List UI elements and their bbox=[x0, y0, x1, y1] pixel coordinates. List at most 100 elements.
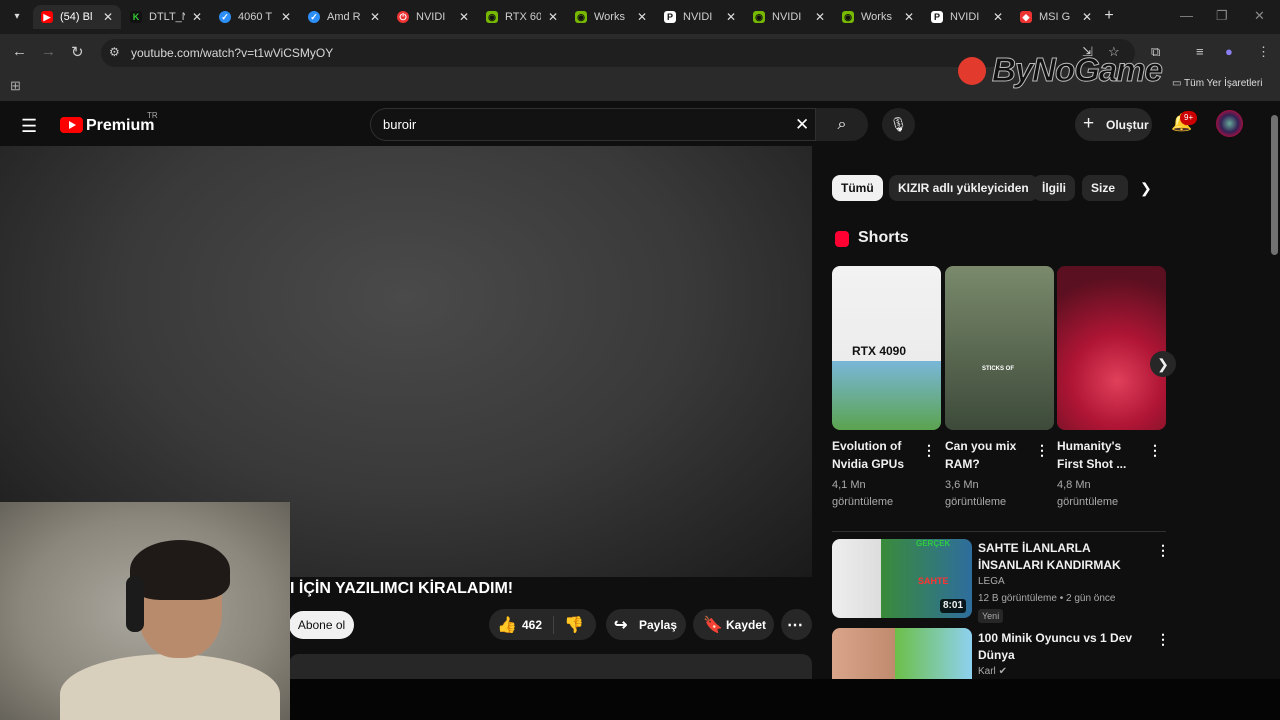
pc-icon: P bbox=[931, 11, 943, 23]
search-value[interactable]: buroir bbox=[383, 117, 416, 132]
more-vert-icon[interactable]: ⋮ bbox=[1148, 442, 1162, 459]
close-icon[interactable]: ✕ bbox=[548, 5, 558, 29]
chip-related[interactable]: İlgili bbox=[1033, 175, 1075, 201]
site-info-icon[interactable]: ⚙ bbox=[109, 45, 120, 59]
chip-from-uploader[interactable]: KIZIR adlı yükleyiciden bbox=[889, 175, 1038, 201]
share-button[interactable]: ↪ Paylaş bbox=[606, 609, 686, 640]
video-meta: 12 B görüntüleme • 2 gün önce bbox=[978, 593, 1116, 604]
microphone-icon: 🎙 bbox=[889, 116, 908, 132]
shorts-next-button[interactable]: ❯ bbox=[1150, 351, 1176, 377]
close-icon[interactable]: ✕ bbox=[103, 5, 113, 29]
chip-all[interactable]: Tümü bbox=[832, 175, 883, 201]
close-icon[interactable]: ✕ bbox=[993, 5, 1003, 29]
more-vert-icon[interactable]: ⋮ bbox=[1156, 542, 1170, 559]
short-title[interactable]: Humanity's First Shot ... bbox=[1057, 437, 1147, 473]
page-scrollbar[interactable] bbox=[1269, 101, 1280, 679]
video-title-link[interactable]: 100 Minik Oyuncu vs 1 Dev Dünya bbox=[978, 630, 1148, 664]
tab-item[interactable]: ◉ NVIDI ✕ bbox=[745, 5, 833, 29]
video-title: I İÇİN YAZILIMCI KİRALADIM! bbox=[290, 580, 514, 597]
tab-item[interactable]: ◉ Works ✕ bbox=[567, 5, 655, 29]
close-icon[interactable]: ✕ bbox=[281, 5, 291, 29]
more-actions-button[interactable]: ⋯ bbox=[781, 609, 812, 640]
webcam-overlay bbox=[0, 502, 290, 720]
subscribe-button[interactable]: Abone ol bbox=[289, 611, 354, 639]
description-box[interactable] bbox=[289, 654, 812, 680]
bynogame-watermark: ByNoGame bbox=[958, 49, 1163, 91]
chip-label: KIZIR adlı yükleyiciden bbox=[898, 181, 1029, 195]
tab-item[interactable]: P NVIDI ✕ bbox=[656, 5, 744, 29]
avatar[interactable] bbox=[1216, 110, 1243, 137]
save-label: Kaydet bbox=[726, 618, 767, 632]
media-controls-icon[interactable]: ≡ bbox=[1196, 44, 1204, 59]
close-icon[interactable]: ✕ bbox=[904, 5, 914, 29]
forward-icon[interactable]: → bbox=[41, 43, 56, 60]
tab-item[interactable]: ✓ 4060 T ✕ bbox=[211, 5, 299, 29]
like-icon[interactable]: 👍 bbox=[497, 615, 517, 635]
share-icon: ↪ bbox=[614, 617, 628, 634]
chevron-right-icon[interactable]: ❯ bbox=[1140, 180, 1152, 197]
close-icon[interactable]: ✕ bbox=[726, 5, 736, 29]
youtube-logo[interactable]: Premium TR bbox=[60, 111, 160, 137]
menu-icon[interactable]: ⋮ bbox=[1257, 44, 1270, 60]
chip-label: Size ö bbox=[1091, 181, 1116, 195]
hamburger-menu-icon[interactable]: ☰ bbox=[21, 116, 37, 137]
new-tab-button[interactable]: + bbox=[1100, 6, 1118, 26]
webcam-person-hair bbox=[130, 540, 230, 600]
dislike-icon[interactable]: 👎 bbox=[564, 615, 584, 635]
reload-icon[interactable]: ↻ bbox=[71, 43, 84, 61]
close-icon[interactable]: ✕ bbox=[1082, 5, 1092, 29]
save-button[interactable]: 🔖 Kaydet bbox=[693, 609, 774, 640]
chip-for-you[interactable]: Size ö bbox=[1082, 175, 1128, 201]
video-duration: 8:01 bbox=[940, 599, 967, 613]
voice-search-button[interactable]: 🎙 bbox=[882, 108, 915, 141]
channel-name[interactable]: LEGA bbox=[978, 576, 1005, 587]
tab-title: (54) Bl bbox=[60, 11, 93, 23]
apps-icon[interactable]: ⊞ bbox=[10, 78, 21, 94]
thumbnail-text: STICKS OF bbox=[982, 366, 1015, 372]
tab-title: NVIDI bbox=[772, 11, 802, 23]
close-icon[interactable]: ✕ bbox=[459, 5, 469, 29]
create-button[interactable]: + Oluştur bbox=[1075, 108, 1152, 141]
profile-icon[interactable]: ● bbox=[1225, 44, 1233, 59]
search-button[interactable]: ⌕ bbox=[816, 108, 868, 141]
short-title[interactable]: Can you mix RAM? bbox=[945, 437, 1035, 473]
thumbnail-text: GERÇEK bbox=[916, 539, 951, 548]
maximize-button[interactable]: ❐ bbox=[1216, 8, 1228, 24]
short-views: 4,8 Mn görüntüleme bbox=[1057, 479, 1119, 508]
youtube-icon: ▶ bbox=[41, 11, 53, 23]
close-icon[interactable]: ✕ bbox=[192, 5, 202, 29]
video-title-link[interactable]: SAHTE İLANLARLA İNSANLARI KANDIRMAK bbox=[978, 540, 1148, 574]
tab-item[interactable]: ◉ RTX 60 ✕ bbox=[478, 5, 566, 29]
short-title[interactable]: Evolution of Nvidia GPUs bbox=[832, 437, 922, 473]
tab-item[interactable]: ◆ MSI G ✕ bbox=[1012, 5, 1100, 29]
tab-search-button[interactable]: ▾ bbox=[6, 7, 28, 27]
more-vert-icon[interactable]: ⋮ bbox=[1035, 442, 1049, 459]
clear-search-icon[interactable]: ✕ bbox=[795, 115, 809, 135]
tab-item[interactable]: ⏻ NVIDI ✕ bbox=[389, 5, 477, 29]
all-bookmarks-button[interactable]: ▭ Tüm Yer İşaretleri bbox=[1172, 78, 1262, 89]
more-vert-icon[interactable]: ⋮ bbox=[1156, 631, 1170, 648]
close-icon[interactable]: ✕ bbox=[370, 5, 380, 29]
scrollbar-thumb[interactable] bbox=[1271, 115, 1278, 255]
tab-item[interactable]: ✓ Amd R ✕ bbox=[300, 5, 388, 29]
tab-item[interactable]: ◉ Works ✕ bbox=[834, 5, 922, 29]
close-icon[interactable]: ✕ bbox=[637, 5, 647, 29]
url-text[interactable]: youtube.com/watch?v=t1wViCSMyOY bbox=[131, 46, 333, 60]
short-thumbnail[interactable] bbox=[1057, 266, 1166, 430]
tab-item[interactable]: K DTLT_N ✕ bbox=[122, 5, 210, 29]
youtube-play-icon bbox=[60, 117, 83, 133]
short-thumbnail[interactable]: STICKS OF bbox=[945, 266, 1054, 430]
video-thumbnail[interactable] bbox=[832, 628, 972, 680]
close-icon[interactable]: ✕ bbox=[815, 5, 825, 29]
channel-name[interactable]: Karl bbox=[978, 666, 996, 677]
search-input[interactable]: buroir ✕ bbox=[370, 108, 816, 141]
back-icon[interactable]: ← bbox=[12, 43, 27, 60]
like-count[interactable]: 462 bbox=[522, 618, 542, 632]
minimize-button[interactable]: — bbox=[1180, 8, 1193, 23]
close-window-button[interactable]: ✕ bbox=[1254, 8, 1265, 24]
tab-item[interactable]: P NVIDI ✕ bbox=[923, 5, 1011, 29]
short-thumbnail[interactable]: RTX 4090 bbox=[832, 266, 941, 430]
tab-youtube[interactable]: ▶ (54) Bl ✕ bbox=[33, 5, 121, 29]
more-vert-icon[interactable]: ⋮ bbox=[922, 442, 936, 459]
thumbnail-text: SAHTE bbox=[918, 576, 949, 586]
